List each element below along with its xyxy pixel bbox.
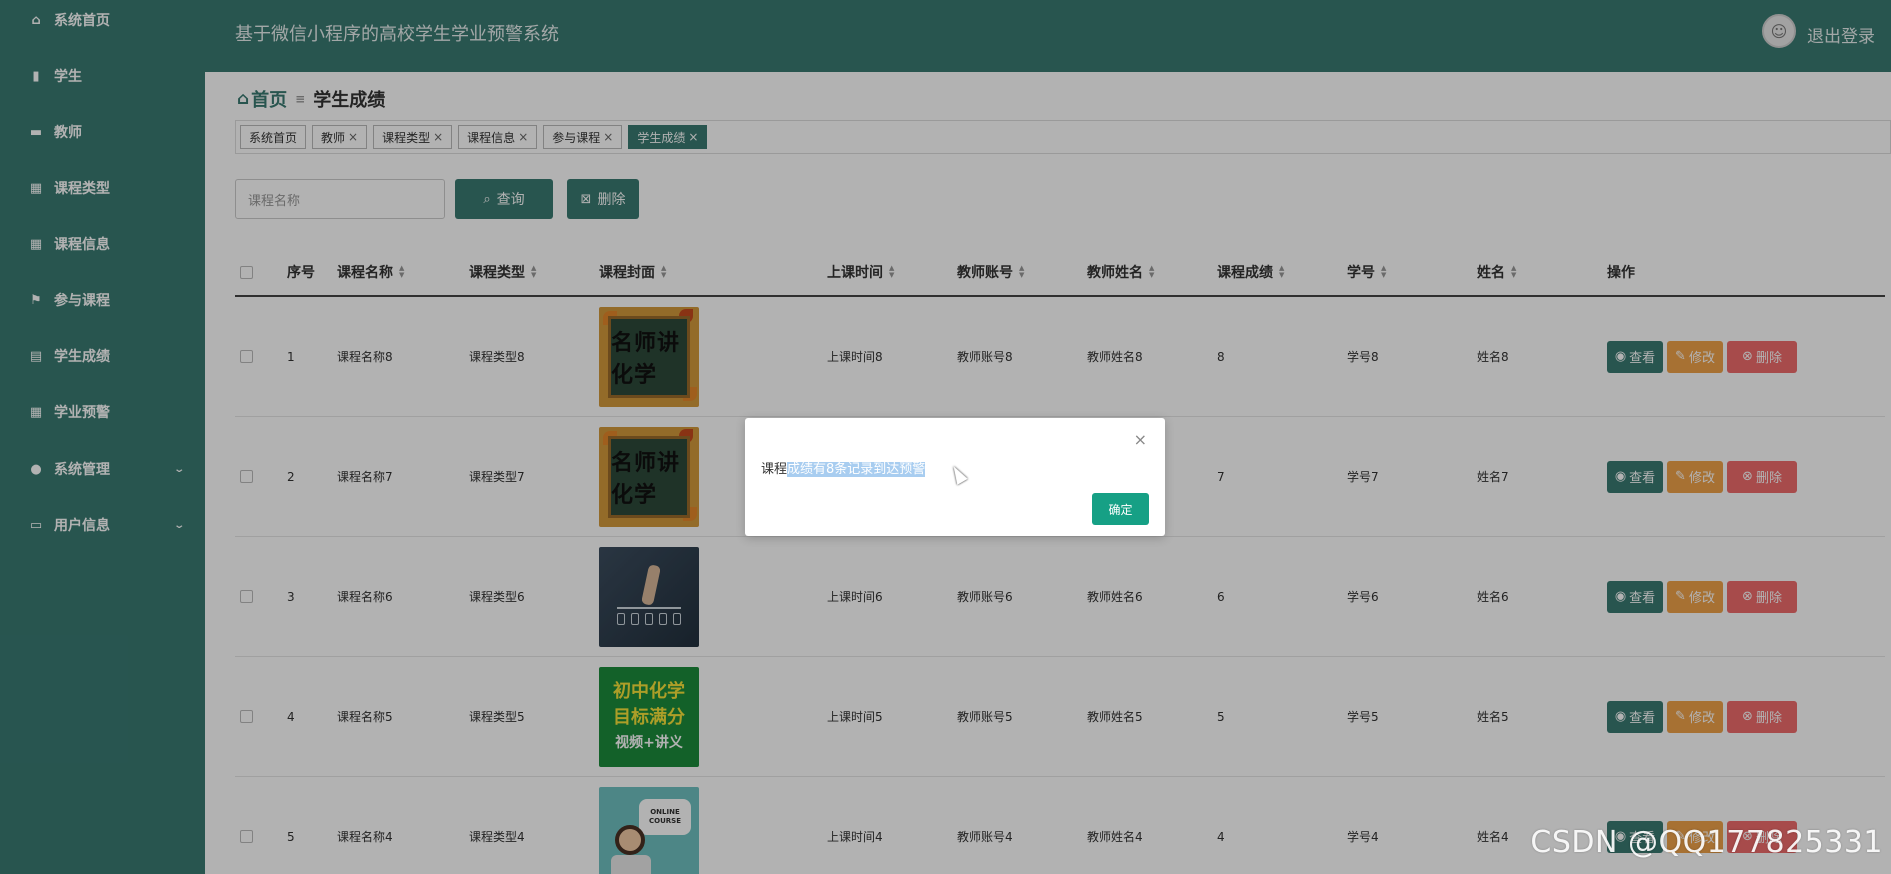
close-icon[interactable]: × <box>1134 430 1147 449</box>
confirm-button[interactable]: 确定 <box>1092 493 1149 525</box>
dialog-message-prefix: 课程 <box>761 462 788 477</box>
dialog-message-highlight: 成绩有8条记录到达预警 <box>787 462 926 477</box>
dialog-message: 课程成绩有8条记录到达预警 <box>761 458 926 477</box>
watermark: CSDN @QQ177825331 <box>1530 825 1883 860</box>
